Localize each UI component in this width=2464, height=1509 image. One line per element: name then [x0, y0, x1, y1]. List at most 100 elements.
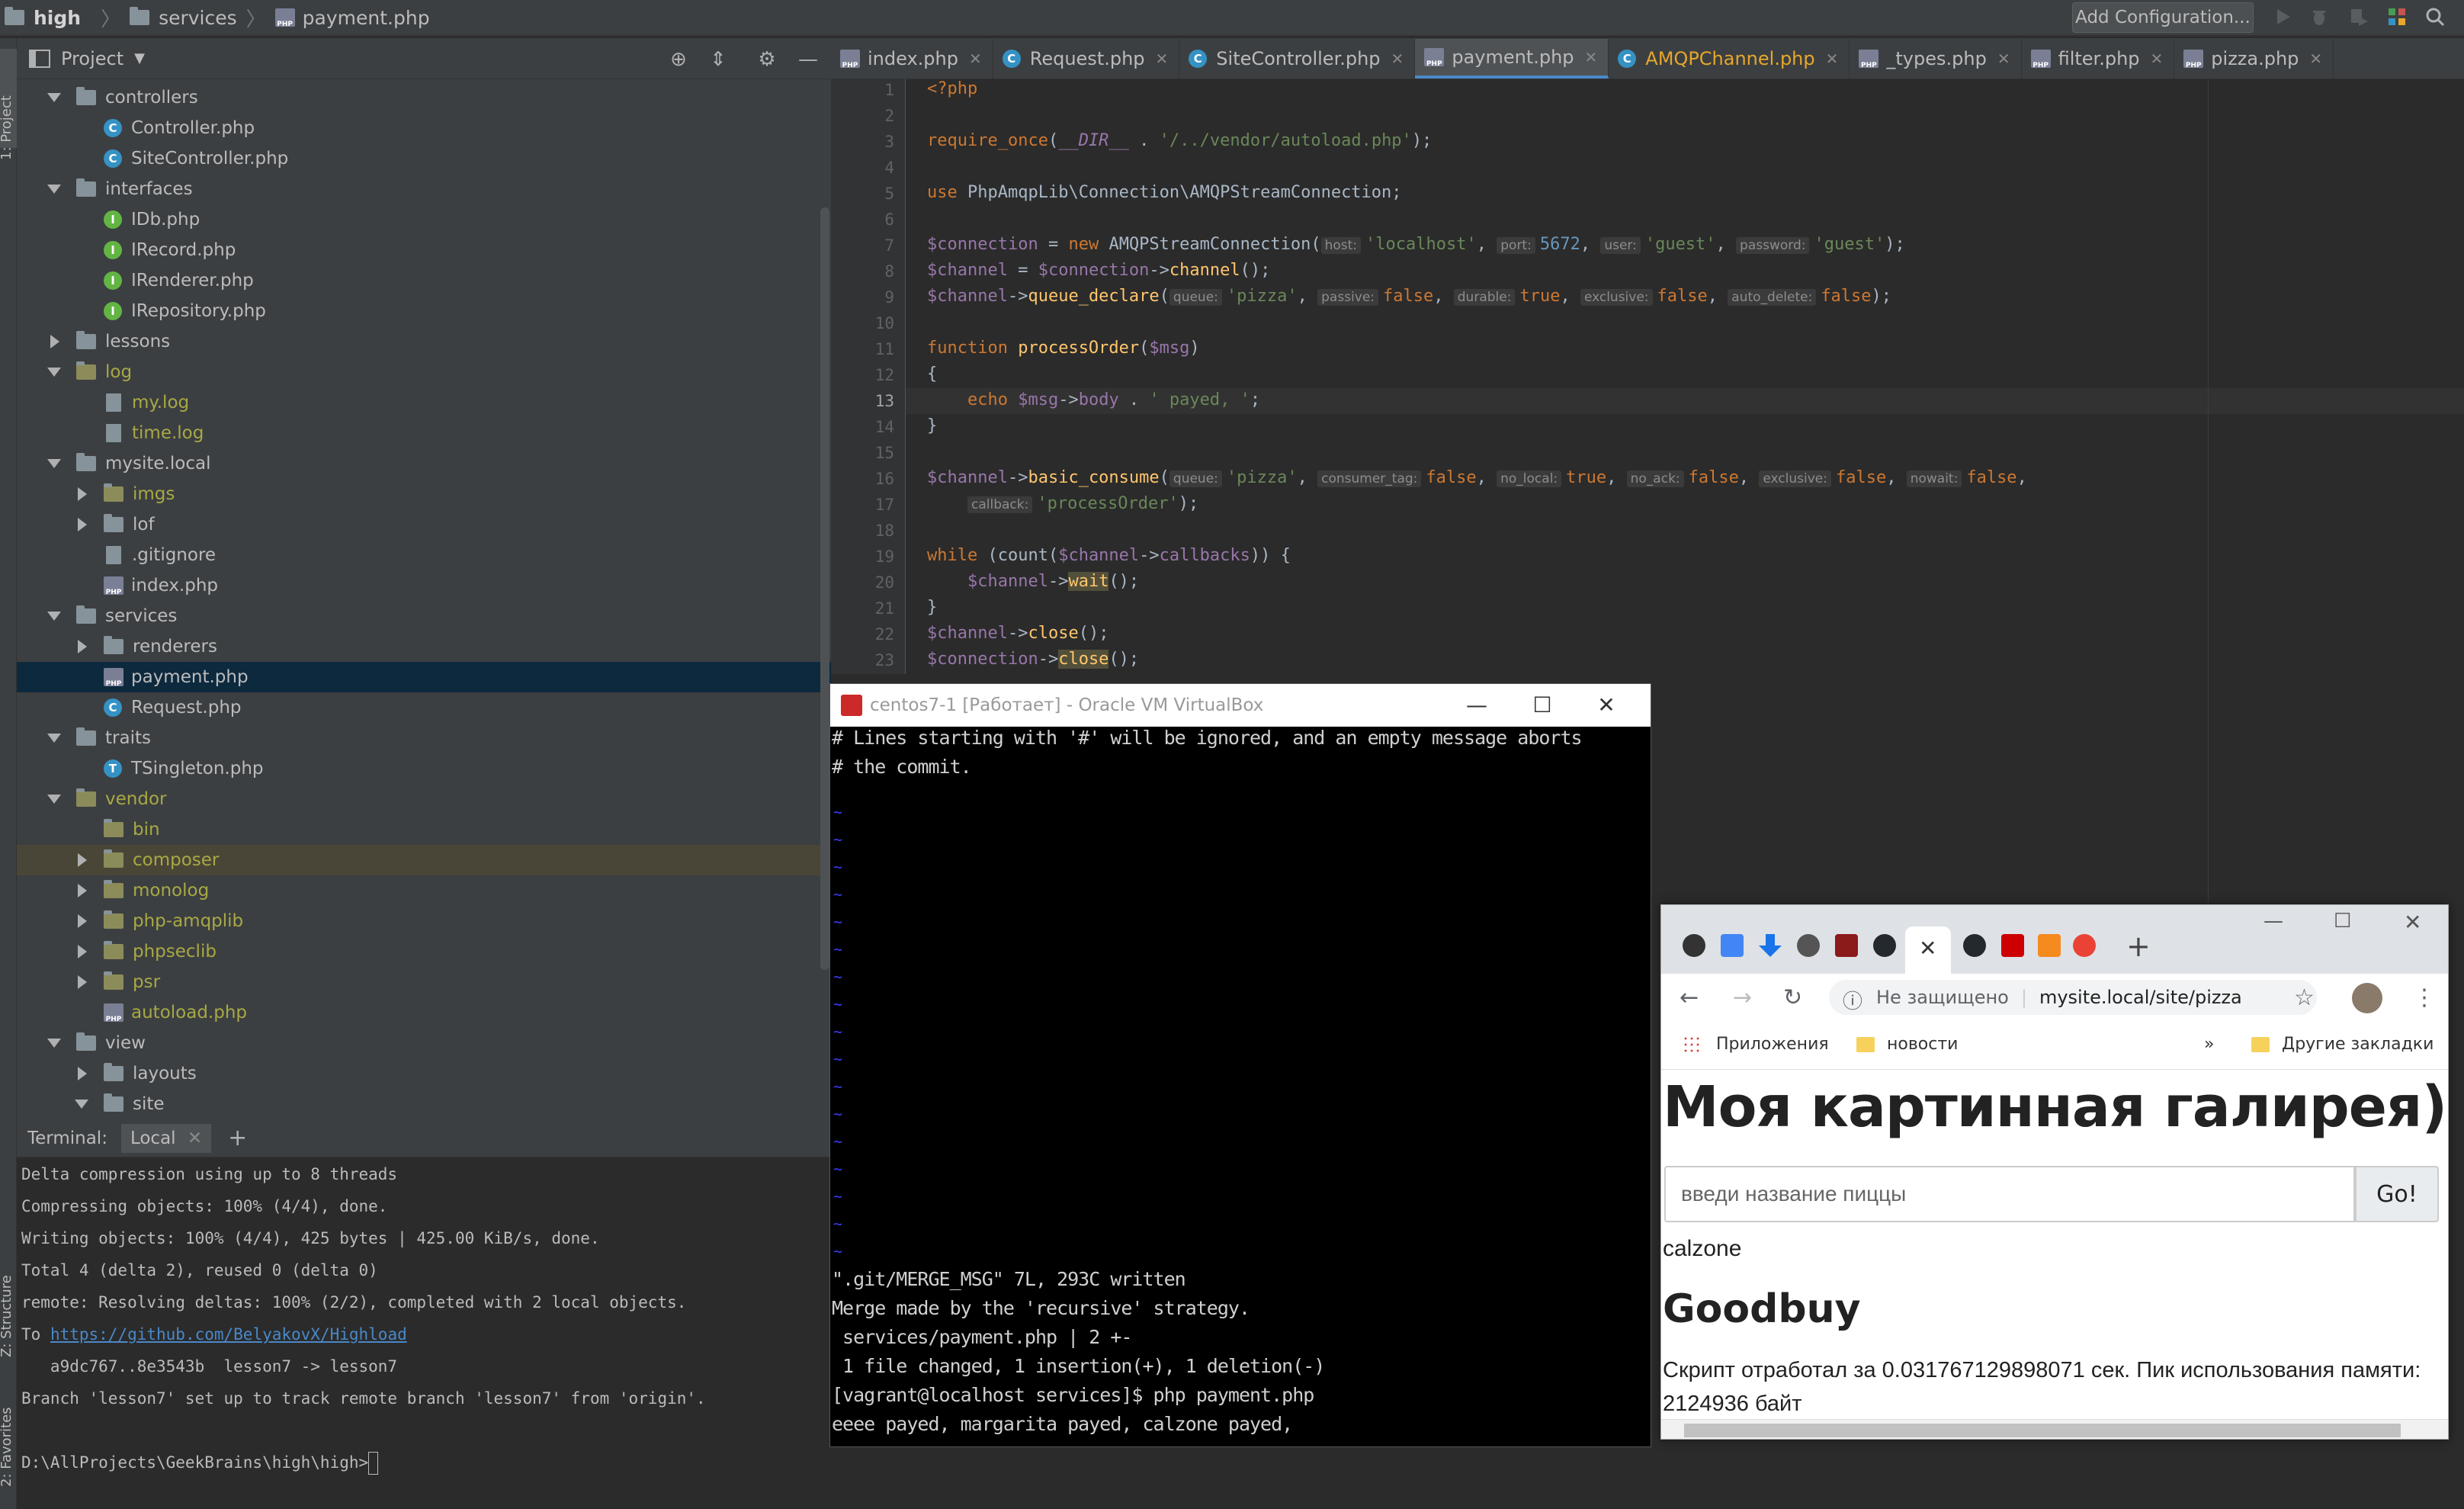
code-editor[interactable]: 1 2 3 4 5 6 7 8 9 10 11 12 13 14 15 16 17 18 19 20 21 22 23 <?…: [831, 79, 2464, 910]
tree-item[interactable]: psr: [17, 967, 831, 997]
editor-tab[interactable]: C Request.php ✕: [993, 39, 1180, 79]
chevron-right-icon[interactable]: [78, 945, 87, 958]
close-icon[interactable]: ✕: [2309, 50, 2322, 68]
hide-icon[interactable]: —: [797, 49, 819, 70]
tab-favicon-r-icon[interactable]: [1835, 934, 1858, 957]
new-terminal-plus-icon[interactable]: +: [228, 1125, 247, 1151]
debug-icon[interactable]: [2308, 6, 2330, 27]
chrome-window[interactable]: ✕ + — ☐ ✕ ← → ↻ ⓘ Не защищено | mysite.l…: [1660, 904, 2449, 1440]
github-link[interactable]: https://github.com/BelyakovX/Highload: [50, 1325, 407, 1344]
bookmark-news[interactable]: новости: [1856, 1035, 1958, 1054]
close-icon[interactable]: ✕: [1391, 50, 1404, 68]
tree-item[interactable]: services: [17, 601, 831, 631]
terminal-tab-local[interactable]: Local ✕: [120, 1123, 212, 1153]
editor-tab[interactable]: C AMQPChannel.php ✕: [1609, 39, 1850, 79]
tree-item[interactable]: lessons: [17, 326, 831, 357]
locate-icon[interactable]: ⊕: [668, 49, 689, 70]
forward-arrow-icon[interactable]: →: [1733, 984, 1752, 1011]
tree-item[interactable]: autoload.php: [17, 997, 831, 1028]
chevron-down-icon[interactable]: [47, 459, 61, 468]
tree-item[interactable]: php-amqplib: [17, 906, 831, 936]
tree-item[interactable]: composer: [17, 845, 831, 875]
close-icon[interactable]: ✕: [969, 50, 982, 68]
google-icon[interactable]: [2073, 934, 2096, 957]
address-bar[interactable]: ⓘ Не защищено | mysite.local/site/pizza: [1829, 980, 2317, 1015]
download-icon[interactable]: [1759, 934, 1782, 957]
chevron-right-icon[interactable]: [78, 1067, 87, 1080]
tree-item[interactable]: view: [17, 1028, 831, 1058]
close-tab-icon[interactable]: ✕: [1919, 936, 1936, 961]
chevron-right-icon[interactable]: [78, 975, 87, 989]
tree-item[interactable]: phpseclib: [17, 936, 831, 967]
chrome-active-tab[interactable]: ✕: [1905, 926, 1951, 974]
bookmarks-overflow[interactable]: »: [2204, 1035, 2214, 1054]
security-warning[interactable]: Не защищено: [1876, 987, 2009, 1008]
breadcrumb-folder[interactable]: services: [159, 7, 237, 29]
chevron-down-icon[interactable]: [47, 612, 61, 621]
terminal-prompt[interactable]: D:\AllProjects\GeekBrains\high\high>: [21, 1452, 379, 1475]
close-icon[interactable]: ✕: [2404, 910, 2421, 935]
address-url[interactable]: mysite.local/site/pizza: [2039, 987, 2242, 1008]
tree-item[interactable]: renderers: [17, 631, 831, 662]
editor-tab[interactable]: filter.php ✕: [2022, 39, 2175, 79]
info-icon[interactable]: ⓘ: [1843, 986, 1862, 1014]
pizza-search-input[interactable]: введи название пиццы: [1664, 1166, 2355, 1222]
tree-item[interactable]: T TSingleton.php: [17, 753, 831, 784]
tab-favicon-bars-icon[interactable]: [2038, 934, 2061, 957]
coverage-icon[interactable]: [2348, 6, 2369, 27]
virtualbox-titlebar[interactable]: centos7-1 [Работает] - Oracle VM Virtual…: [830, 684, 1651, 727]
back-arrow-icon[interactable]: ←: [1680, 984, 1699, 1011]
tab-favicon-n-icon[interactable]: [2001, 934, 2024, 957]
gear-icon[interactable]: ⚙: [756, 49, 778, 70]
google-docs-icon[interactable]: [1721, 934, 1744, 957]
chevron-down-icon[interactable]: [75, 1100, 88, 1109]
close-icon[interactable]: ✕: [1156, 50, 1169, 68]
project-tool-button[interactable]: 1: Project: [0, 95, 14, 160]
tree-item[interactable]: bin: [17, 814, 831, 845]
chevron-down-icon[interactable]: [47, 1039, 61, 1048]
run-icon[interactable]: [2272, 6, 2293, 27]
virtualbox-console[interactable]: # Lines starting with '#' will be ignore…: [830, 727, 1651, 1448]
new-tab-plus-icon[interactable]: +: [2126, 929, 2151, 963]
tree-item[interactable]: my.log: [17, 387, 831, 418]
chevron-right-icon[interactable]: [78, 914, 87, 928]
editor-tab[interactable]: payment.php ✕: [1415, 39, 1609, 79]
go-button[interactable]: Go!: [2355, 1166, 2439, 1222]
tree-item[interactable]: lof: [17, 509, 831, 540]
tree-item[interactable]: site: [17, 1089, 831, 1119]
chevron-down-icon[interactable]: [47, 368, 61, 377]
horizontal-scrollbar[interactable]: [1661, 1419, 2448, 1439]
breadcrumb-file[interactable]: payment.php: [303, 7, 430, 29]
menu-dots-icon[interactable]: ⋮: [2413, 984, 2436, 1011]
tree-item[interactable]: controllers: [17, 82, 831, 113]
vcs-icon[interactable]: [2386, 6, 2408, 27]
reload-icon[interactable]: ↻: [1783, 984, 1802, 1011]
tree-item[interactable]: I IDb.php: [17, 204, 831, 235]
virtualbox-window[interactable]: centos7-1 [Работает] - Oracle VM Virtual…: [829, 683, 1651, 1447]
tree-item[interactable]: traits: [17, 723, 831, 753]
avatar[interactable]: [2352, 983, 2382, 1013]
maximize-icon[interactable]: ☐: [1529, 692, 1556, 719]
github-icon[interactable]: [1873, 934, 1896, 957]
search-everywhere-icon[interactable]: [2424, 6, 2446, 27]
close-icon[interactable]: ✕: [2151, 50, 2164, 68]
chevron-down-icon[interactable]: ▼: [134, 50, 145, 66]
bookmark-other[interactable]: Другие закладки: [2251, 1035, 2434, 1054]
chevron-right-icon[interactable]: [78, 518, 87, 531]
close-icon[interactable]: ✕: [1826, 50, 1839, 68]
tree-item[interactable]: index.php: [17, 570, 831, 601]
close-icon[interactable]: ✕: [1585, 48, 1598, 66]
breadcrumb-project[interactable]: high: [34, 7, 81, 29]
tree-item[interactable]: payment.php: [17, 662, 831, 692]
chevron-right-icon[interactable]: [50, 335, 59, 348]
tab-favicon-icon[interactable]: [1683, 934, 1705, 957]
editor-tab[interactable]: index.php ✕: [831, 39, 993, 79]
globe-icon[interactable]: [1797, 934, 1820, 957]
chevron-right-icon[interactable]: [78, 853, 87, 867]
tree-item[interactable]: .gitignore: [17, 540, 831, 570]
structure-tool-button[interactable]: Z: Structure: [0, 1275, 14, 1357]
tree-item[interactable]: layouts: [17, 1058, 831, 1089]
chevron-right-icon[interactable]: [78, 884, 87, 897]
tree-item[interactable]: monolog: [17, 875, 831, 906]
bookmark-star-icon[interactable]: ☆: [2294, 984, 2315, 1011]
